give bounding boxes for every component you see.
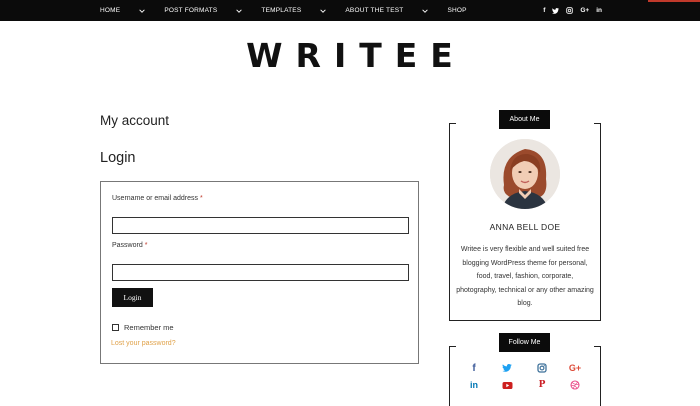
login-heading: Login <box>100 150 136 166</box>
nav-item-label: SHOP <box>447 7 467 14</box>
linkedin-icon[interactable]: in <box>596 7 602 14</box>
required-mark: * <box>199 195 203 202</box>
nav-item-label: POST FORMATS <box>164 7 218 14</box>
password-input[interactable] <box>112 264 409 281</box>
login-button[interactable]: Login <box>112 288 153 307</box>
chevron-down-icon[interactable] <box>235 7 243 15</box>
top-social-links: f G+ in <box>543 0 602 21</box>
chevron-down-icon[interactable] <box>421 7 429 15</box>
follow-me-title: Follow Me <box>499 333 550 352</box>
nav-item-label: HOME <box>100 7 121 14</box>
author-bio: Writee is very flexible and well suited … <box>456 246 594 308</box>
google-plus-icon[interactable]: G+ <box>580 7 589 14</box>
facebook-icon[interactable]: f <box>467 362 481 374</box>
author-name: ANNA BELL DOE <box>489 222 561 232</box>
site-logo[interactable]: WRITEE <box>0 36 700 75</box>
password-label: Password * <box>112 242 147 249</box>
facebook-icon[interactable]: f <box>543 7 545 14</box>
main-nav: HOME POST FORMATS TEMPLATES ABOUT THE TE… <box>100 0 467 21</box>
instagram-icon[interactable] <box>535 362 549 374</box>
author-avatar <box>490 139 560 209</box>
remember-me[interactable]: Remember me <box>112 323 174 332</box>
linkedin-icon[interactable]: in <box>467 379 481 391</box>
chevron-down-icon[interactable] <box>319 7 327 15</box>
top-nav-bar: HOME POST FORMATS TEMPLATES ABOUT THE TE… <box>0 0 700 21</box>
lost-password-link[interactable]: Lost your password? <box>111 340 176 347</box>
accent-line <box>648 0 700 2</box>
nav-item-home[interactable]: HOME <box>100 7 164 15</box>
nav-item-post-formats[interactable]: POST FORMATS <box>164 7 261 15</box>
nav-item-shop[interactable]: SHOP <box>447 7 466 14</box>
username-input[interactable] <box>112 217 409 234</box>
remember-me-label: Remember me <box>124 323 174 332</box>
twitter-icon[interactable] <box>552 7 560 14</box>
page-title: My account <box>100 113 170 128</box>
instagram-icon[interactable] <box>566 7 574 14</box>
nav-item-label: TEMPLATES <box>261 7 302 14</box>
dribbble-icon[interactable] <box>568 379 582 391</box>
password-label-text: Password <box>112 242 143 249</box>
about-me-title: About Me <box>499 110 550 129</box>
youtube-icon[interactable] <box>500 379 514 391</box>
nav-item-about-the-test[interactable]: ABOUT THE TEST <box>345 7 447 15</box>
google-plus-icon[interactable]: G+ <box>568 362 582 374</box>
remember-me-checkbox[interactable] <box>112 324 119 331</box>
nav-item-templates[interactable]: TEMPLATES <box>261 7 345 15</box>
username-label-text: Username or email address <box>112 195 198 202</box>
username-label: Username or email address * <box>112 195 203 202</box>
pinterest-icon[interactable]: P <box>535 379 549 391</box>
nav-item-label: ABOUT THE TEST <box>345 7 404 14</box>
twitter-icon[interactable] <box>500 362 514 374</box>
follow-me-widget <box>449 346 601 406</box>
login-form: Username or email address * Password * Log… <box>100 181 419 364</box>
chevron-down-icon[interactable] <box>138 7 146 15</box>
required-mark: * <box>144 242 148 249</box>
